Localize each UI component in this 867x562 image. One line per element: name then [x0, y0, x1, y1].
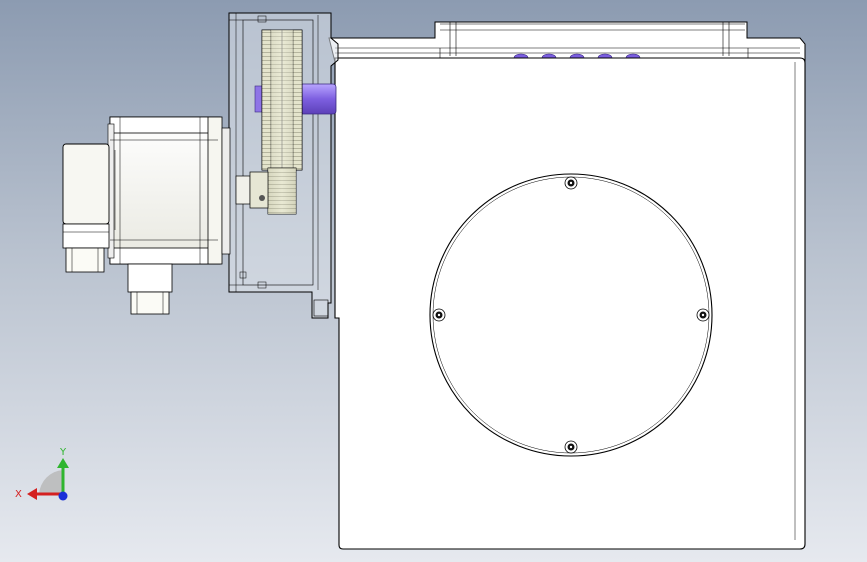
mounting-bolt: [564, 440, 578, 454]
x-axis-label: X: [15, 489, 22, 500]
motor-connector[interactable]: [127, 263, 173, 315]
y-axis-label: Y: [59, 447, 67, 458]
y-axis-arrowhead: [57, 458, 69, 468]
mounting-bolt: [696, 308, 710, 322]
mounting-bolt: [564, 176, 578, 190]
mounting-bolt: [432, 308, 446, 322]
x-axis-arrowhead: [27, 488, 37, 500]
encoder-connector[interactable]: [62, 143, 110, 273]
large-spur-gear[interactable]: [261, 29, 303, 171]
turntable-plate[interactable]: [429, 173, 713, 457]
z-axis-marker: [58, 491, 68, 501]
triad-plane-shade: [39, 470, 63, 494]
servo-motor[interactable]: [107, 116, 231, 265]
cad-viewport[interactable]: Y X: [0, 0, 867, 562]
coordinate-triad: Y X: [15, 447, 69, 501]
